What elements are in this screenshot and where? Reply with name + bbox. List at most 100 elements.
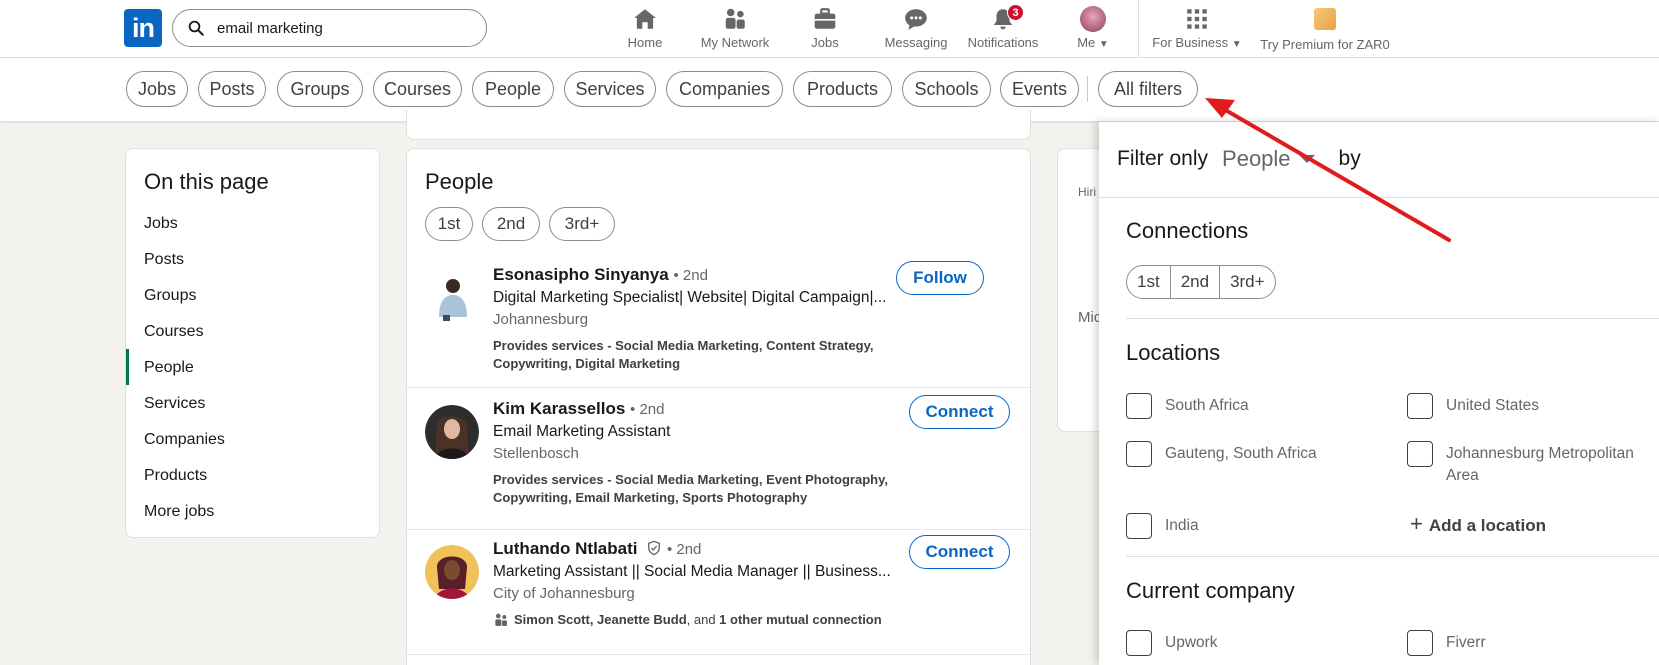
messaging-icon [905, 9, 927, 30]
filter-chip-schools[interactable]: Schools [902, 71, 991, 107]
connection-option-2nd[interactable]: 2nd [1171, 266, 1221, 298]
nav-me-label: Me ▼ [1077, 35, 1109, 50]
filter-panel-header: Filter only People by [1117, 146, 1361, 172]
all-filters-panel: Filter only People by Connections 1st 2n… [1099, 122, 1659, 665]
on-this-page-groups[interactable]: Groups [144, 287, 196, 305]
company-checkbox-upwork[interactable] [1126, 630, 1152, 656]
connection-option-3rd-plus[interactable]: 3rd+ [1220, 266, 1275, 298]
location-label: India [1165, 517, 1199, 534]
list-item[interactable]: Kim Karassellos • 2nd Email Marketing As… [407, 391, 1030, 527]
on-this-page-card: On this page Jobs Posts Groups Courses P… [125, 148, 380, 538]
location-checkbox-gauteng[interactable] [1126, 441, 1152, 467]
nav-jobs[interactable]: Jobs [800, 6, 850, 52]
filter-chip-events[interactable]: Events [1000, 71, 1079, 107]
person-name[interactable]: Esonasipho Sinyanya • 2nd [493, 265, 708, 285]
connect-button[interactable]: Connect [909, 395, 1010, 429]
connection-degree: • 2nd [666, 541, 702, 558]
my-network-icon [725, 8, 745, 29]
nav-my-network[interactable]: My Network [693, 6, 777, 52]
list-item[interactable]: Luthando Ntlabati • 2nd Marketing Assist… [407, 531, 1030, 641]
search-icon [188, 20, 204, 36]
nav-messaging-label: Messaging [884, 35, 948, 50]
on-this-page-posts[interactable]: Posts [144, 251, 184, 269]
person-location: Johannesburg [493, 311, 589, 328]
apps-grid-icon [1187, 9, 1207, 29]
divider [407, 654, 1030, 655]
search-input[interactable] [217, 19, 457, 37]
filter-chip-products[interactable]: Products [793, 71, 892, 107]
connections-section-title: Connections [1126, 218, 1249, 243]
nav-jobs-label: Jobs [811, 35, 839, 50]
result-type-dropdown[interactable]: People [1222, 146, 1315, 172]
search-box[interactable] [172, 9, 487, 47]
filter-chip-jobs[interactable]: Jobs [126, 71, 188, 107]
chevron-down-icon: ▼ [1231, 39, 1242, 50]
person-services: Provides services - Social Media Marketi… [493, 472, 888, 505]
degree-chip-3rd-plus[interactable]: 3rd+ [549, 207, 615, 241]
right-rail-text: Mic [1078, 309, 1102, 326]
location-checkbox-india[interactable] [1126, 513, 1152, 539]
location-checkbox-united-states[interactable] [1407, 393, 1433, 419]
on-this-page-people[interactable]: People [144, 359, 194, 377]
person-name[interactable]: Luthando Ntlabati • 2nd [493, 539, 701, 559]
mutual-connections[interactable]: Simon Scott, Jeanette Budd, and 1 other … [493, 611, 913, 629]
location-checkbox-south-africa[interactable] [1126, 393, 1152, 419]
add-location-button[interactable]: + Add a location [1410, 511, 1546, 537]
degree-chip-1st[interactable]: 1st [425, 207, 473, 241]
filter-chip-companies[interactable]: Companies [666, 71, 783, 107]
profile-photo[interactable] [425, 545, 479, 599]
on-this-page-services[interactable]: Services [144, 395, 205, 413]
nav-for-business-label: For Business ▼ [1152, 35, 1242, 50]
on-this-page-title: On this page [144, 169, 269, 194]
filter-chip-courses[interactable]: Courses [373, 71, 462, 107]
nav-try-premium-label: Try Premium for ZAR0 [1260, 37, 1390, 52]
nav-divider [1138, 0, 1139, 58]
filter-chip-groups[interactable]: Groups [277, 71, 363, 107]
connections-filter: 1st 2nd 3rd+ [1126, 265, 1276, 299]
person-headline: Marketing Assistant || Social Media Mana… [493, 563, 891, 580]
nav-home[interactable]: Home [615, 6, 675, 52]
nav-for-business[interactable]: For Business ▼ [1150, 6, 1244, 52]
degree-chip-2nd[interactable]: 2nd [482, 207, 540, 241]
connection-degree: • 2nd [673, 267, 708, 284]
linkedin-logo[interactable]: in [124, 9, 162, 47]
filter-chip-people[interactable]: People [472, 71, 554, 107]
on-this-page-more-jobs[interactable]: More jobs [144, 503, 214, 521]
nav-my-network-label: My Network [700, 35, 770, 50]
nav-me[interactable]: Me ▼ [1070, 6, 1116, 52]
nav-messaging[interactable]: Messaging [878, 6, 954, 52]
on-this-page-products[interactable]: Products [144, 467, 207, 485]
connection-option-1st[interactable]: 1st [1127, 266, 1171, 298]
follow-button[interactable]: Follow [896, 261, 984, 295]
on-this-page-courses[interactable]: Courses [144, 323, 204, 341]
location-label: Johannesburg Metropolitan Area [1446, 445, 1634, 484]
company-checkbox-fiverr[interactable] [1407, 630, 1433, 656]
nav-notifications[interactable]: 3 Notifications [962, 4, 1044, 52]
top-nav-bar: in Home My Network Jobs Messaging 3 Noti… [0, 0, 1659, 58]
verified-shield-icon [648, 540, 661, 556]
profile-photo[interactable] [425, 405, 479, 459]
filter-chip-posts[interactable]: Posts [198, 71, 266, 107]
previous-card-bottom [406, 110, 1031, 140]
on-this-page-jobs[interactable]: Jobs [144, 215, 178, 233]
location-checkbox-johannesburg-metro[interactable] [1407, 441, 1433, 467]
location-label: South Africa [1165, 397, 1249, 414]
profile-photo[interactable] [425, 271, 479, 325]
on-this-page-companies[interactable]: Companies [144, 431, 225, 449]
person-name[interactable]: Kim Karassellos • 2nd [493, 399, 664, 419]
divider [1099, 197, 1659, 198]
people-results-card: People 1st 2nd 3rd+ Esonasipho Sinyanya … [406, 148, 1031, 665]
filter-chip-services[interactable]: Services [564, 71, 656, 107]
people-section-title: People [425, 169, 494, 194]
connect-button[interactable]: Connect [909, 535, 1010, 569]
premium-icon [1314, 8, 1336, 30]
divider [1126, 556, 1659, 557]
active-indicator [126, 349, 129, 385]
list-item[interactable]: Esonasipho Sinyanya • 2nd Digital Market… [407, 259, 1030, 389]
person-headline: Digital Marketing Specialist| Website| D… [493, 289, 887, 306]
avatar [1080, 6, 1106, 32]
person-location: City of Johannesburg [493, 585, 635, 602]
nav-try-premium[interactable]: Try Premium for ZAR0 [1256, 6, 1394, 52]
all-filters-button[interactable]: All filters [1098, 71, 1198, 107]
person-location: Stellenbosch [493, 445, 579, 462]
